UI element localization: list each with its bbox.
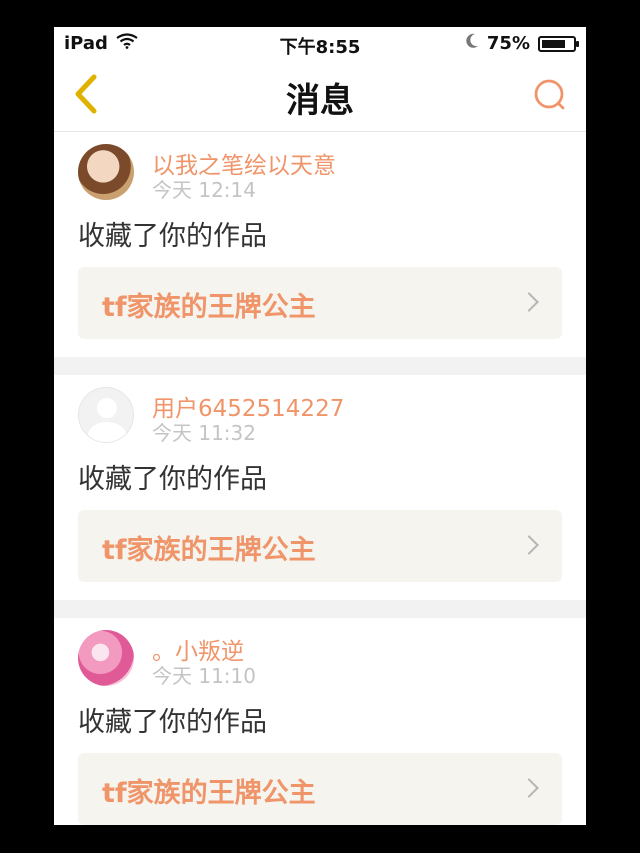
- chevron-right-icon: [519, 535, 539, 555]
- battery-level: [542, 39, 565, 48]
- moon-icon: [465, 33, 479, 54]
- message-action: 收藏了你的作品: [78, 464, 267, 495]
- app-screen: iPad 下午8:55 75% 消息 以我之笔绘以天意 今天 12:14 收藏了…: [54, 27, 586, 825]
- status-bar: iPad 下午8:55 75%: [54, 27, 586, 61]
- work-title: tf家族的王牌公主: [102, 535, 316, 566]
- search-icon: [534, 79, 565, 110]
- message-header: 用户6452514227 今天 11:32: [78, 387, 562, 445]
- work-link[interactable]: tf家族的王牌公主: [78, 267, 562, 339]
- work-link[interactable]: tf家族的王牌公主: [78, 510, 562, 582]
- status-right: 75%: [465, 33, 579, 54]
- message-action: 收藏了你的作品: [78, 707, 267, 738]
- work-title: tf家族的王牌公主: [102, 778, 316, 809]
- battery-icon: [538, 35, 579, 52]
- battery-percent: 75%: [486, 33, 530, 54]
- search-button[interactable]: [530, 75, 570, 115]
- message-time: 今天 11:32: [152, 421, 256, 445]
- message-action: 收藏了你的作品: [78, 221, 267, 252]
- chevron-right-icon: [519, 778, 539, 798]
- message-header: 。小叛逆 今天 11:10: [78, 630, 562, 688]
- message-card: 。小叛逆 今天 11:10 收藏了你的作品 tf家族的王牌公主: [54, 618, 586, 825]
- message-card: 以我之笔绘以天意 今天 12:14 收藏了你的作品 tf家族的王牌公主: [54, 132, 586, 357]
- page-title: 消息: [286, 81, 354, 121]
- message-list: 以我之笔绘以天意 今天 12:14 收藏了你的作品 tf家族的王牌公主 用户64…: [54, 132, 586, 825]
- message-card: 用户6452514227 今天 11:32 收藏了你的作品 tf家族的王牌公主: [54, 375, 586, 600]
- work-link[interactable]: tf家族的王牌公主: [78, 753, 562, 825]
- chevron-right-icon: [519, 292, 539, 312]
- divider: [54, 600, 586, 618]
- message-header: 以我之笔绘以天意 今天 12:14: [78, 144, 562, 202]
- work-title: tf家族的王牌公主: [102, 292, 316, 323]
- divider: [54, 357, 586, 375]
- message-time: 今天 11:10: [152, 664, 256, 688]
- message-time: 今天 12:14: [152, 178, 256, 202]
- avatar[interactable]: [78, 630, 134, 686]
- avatar[interactable]: [78, 144, 134, 200]
- nav-bar: 消息: [54, 61, 586, 132]
- avatar[interactable]: [78, 387, 134, 443]
